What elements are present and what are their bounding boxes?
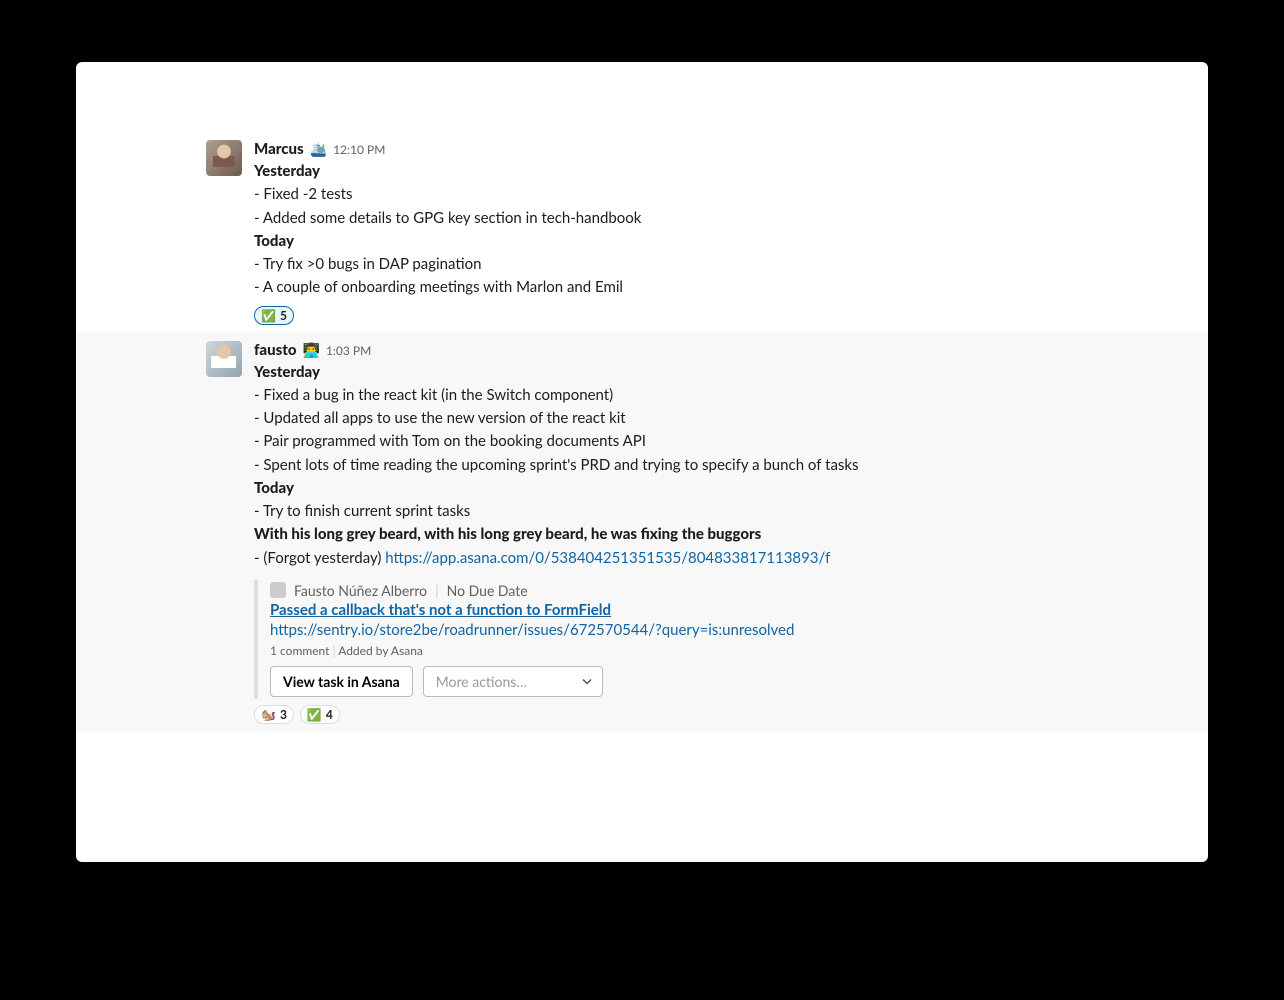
- section-heading: Yesterday: [254, 160, 1188, 183]
- message-line: - Added some details to GPG key section …: [254, 207, 1188, 230]
- message-header: Marcus 🛳️ 12:10 PM: [254, 140, 1188, 158]
- avatar[interactable]: [206, 140, 242, 176]
- reaction-count: 4: [326, 707, 333, 722]
- username[interactable]: fausto: [254, 341, 297, 359]
- reaction[interactable]: ✅ 4: [300, 705, 340, 724]
- message: fausto 👨‍💻 1:03 PM Yesterday - Fixed a b…: [76, 333, 1208, 732]
- attachment-url[interactable]: https://sentry.io/store2be/roadrunner/is…: [270, 621, 1014, 639]
- section-heading: Today: [254, 477, 1188, 500]
- due-date: No Due Date: [447, 582, 528, 599]
- reaction[interactable]: ✅ 5: [254, 306, 294, 325]
- assignee-avatar-icon: [270, 582, 286, 598]
- message-list: Marcus 🛳️ 12:10 PM Yesterday - Fixed -2 …: [76, 62, 1208, 732]
- timestamp[interactable]: 12:10 PM: [333, 142, 385, 157]
- view-task-button[interactable]: View task in Asana: [270, 666, 413, 697]
- message-line: - Spent lots of time reading the upcomin…: [254, 454, 1188, 477]
- message-line: - Pair programmed with Tom on the bookin…: [254, 430, 1188, 453]
- message-line: - Try fix >0 bugs in DAP pagination: [254, 253, 1188, 276]
- squirrel-icon: 🐿️: [261, 707, 276, 722]
- message-line: - Try to finish current sprint tasks: [254, 500, 1188, 523]
- reaction-count: 3: [280, 707, 287, 722]
- asana-attachment: Fausto Núñez Alberro | No Due Date Passe…: [254, 580, 1014, 699]
- select-placeholder: More actions…: [436, 673, 527, 690]
- attachment-title[interactable]: Passed a callback that's not a function …: [270, 601, 1014, 619]
- section-heading: Today: [254, 230, 1188, 253]
- check-icon: ✅: [307, 707, 322, 722]
- window: Marcus 🛳️ 12:10 PM Yesterday - Fixed -2 …: [76, 62, 1208, 862]
- timestamp[interactable]: 1:03 PM: [326, 343, 371, 358]
- reaction-count: 5: [280, 308, 287, 323]
- message: Marcus 🛳️ 12:10 PM Yesterday - Fixed -2 …: [76, 132, 1208, 333]
- reactions: 🐿️ 3 ✅ 4: [254, 705, 1188, 724]
- message-header: fausto 👨‍💻 1:03 PM: [254, 341, 1188, 359]
- check-icon: ✅: [261, 308, 276, 323]
- message-line: - Fixed a bug in the react kit (in the S…: [254, 384, 1188, 407]
- text: - (Forgot yesterday): [254, 549, 385, 567]
- reactions: ✅ 5: [254, 306, 1188, 325]
- avatar[interactable]: [206, 341, 242, 377]
- status-emoji-icon: 👨‍💻: [303, 343, 320, 357]
- message-line: - Updated all apps to use the new versio…: [254, 407, 1188, 430]
- message-line: - Fixed -2 tests: [254, 183, 1188, 206]
- section-heading: Yesterday: [254, 361, 1188, 384]
- username[interactable]: Marcus: [254, 140, 304, 158]
- chevron-down-icon: [582, 673, 592, 690]
- separator: |: [435, 582, 439, 599]
- message-line: - (Forgot yesterday) https://app.asana.c…: [254, 547, 1188, 570]
- status-emoji-icon: 🛳️: [310, 142, 327, 156]
- reaction[interactable]: 🐿️ 3: [254, 705, 294, 724]
- assignee-name: Fausto Núñez Alberro: [294, 582, 427, 599]
- message-line: - A couple of onboarding meetings with M…: [254, 276, 1188, 299]
- message-line-bold: With his long grey beard, with his long …: [254, 523, 1188, 546]
- asana-link[interactable]: https://app.asana.com/0/538404251351535/…: [385, 549, 830, 567]
- comment-count: 1 comment: [270, 643, 329, 658]
- more-actions-select[interactable]: More actions…: [423, 666, 603, 697]
- added-by: Added by Asana: [338, 643, 423, 658]
